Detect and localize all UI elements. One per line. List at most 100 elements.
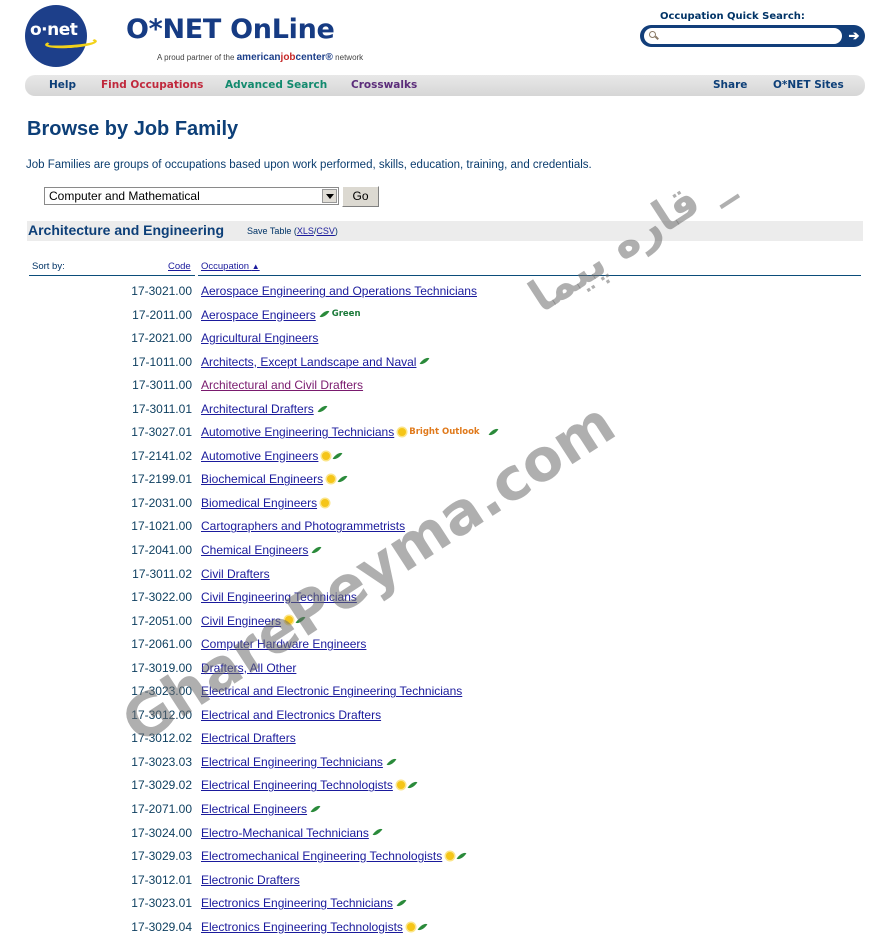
divider bbox=[29, 275, 195, 276]
bright-outlook-sun-icon[interactable] bbox=[321, 498, 330, 507]
occupation-cell: Biochemical Engineers bbox=[201, 472, 348, 486]
occupation-cell: Drafters, All Other bbox=[201, 661, 296, 675]
occupation-code: 17-3029.04 bbox=[131, 919, 192, 934]
occupation-link[interactable]: Electrical Engineering Technicians bbox=[201, 755, 383, 769]
occupation-cell: Biomedical Engineers bbox=[201, 496, 330, 510]
onet-logo[interactable]: o·net bbox=[25, 5, 98, 67]
occupation-code: 17-3011.01 bbox=[132, 401, 192, 416]
green-leaf-icon[interactable] bbox=[332, 450, 343, 462]
green-leaf-icon[interactable] bbox=[417, 921, 428, 933]
divider bbox=[198, 275, 861, 276]
occupation-badges bbox=[311, 544, 322, 556]
occupation-link[interactable]: Agricultural Engineers bbox=[201, 331, 318, 345]
occupation-row: 17-3012.00 Electrical and Electronics Dra… bbox=[0, 708, 881, 732]
occupation-link[interactable]: Electrical Engineering Technologists bbox=[201, 778, 393, 792]
site-title[interactable]: O*NET OnLine bbox=[126, 14, 335, 45]
occupation-link[interactable]: Civil Engineers bbox=[201, 614, 281, 628]
green-leaf-icon[interactable] bbox=[420, 355, 430, 367]
green-label[interactable]: Green bbox=[332, 309, 361, 319]
green-leaf-icon[interactable] bbox=[311, 544, 322, 556]
occupation-link[interactable]: Electronics Engineering Technicians bbox=[201, 896, 393, 910]
occupation-cell: Electrical Engineers bbox=[201, 802, 321, 816]
occupation-link[interactable]: Electronics Engineering Technologists bbox=[201, 920, 403, 934]
chevron-down-icon[interactable] bbox=[322, 189, 337, 203]
quick-search-label: Occupation Quick Search: bbox=[660, 11, 805, 22]
occupation-cell: Electronics Engineering Technologists bbox=[201, 920, 428, 934]
sort-by-occupation-link[interactable]: Occupation ▲ bbox=[201, 261, 260, 272]
occupation-cell: Civil Engineers bbox=[201, 614, 306, 628]
bright-outlook-sun-icon[interactable] bbox=[327, 475, 336, 484]
occupation-link[interactable]: Electro-Mechanical Technicians bbox=[201, 826, 369, 840]
occupation-link[interactable]: Architectural and Civil Drafters bbox=[201, 378, 363, 392]
quick-search-input[interactable] bbox=[644, 28, 842, 44]
green-leaf-icon[interactable] bbox=[319, 308, 330, 320]
green-leaf-icon[interactable] bbox=[317, 403, 328, 415]
nav-crosswalks[interactable]: Crosswalks bbox=[351, 79, 417, 91]
occupation-link[interactable]: Electrical Drafters bbox=[201, 731, 296, 745]
occupation-link[interactable]: Electrical Engineers bbox=[201, 802, 307, 816]
occupation-link[interactable]: Electromechanical Engineering Technologi… bbox=[201, 849, 442, 863]
occupation-link[interactable]: Electrical and Electronics Drafters bbox=[201, 708, 381, 722]
occupation-link[interactable]: Automotive Engineering Technicians bbox=[201, 425, 394, 439]
occupation-link[interactable]: Aerospace Engineering and Operations Tec… bbox=[201, 284, 477, 298]
nav-share[interactable]: Share bbox=[713, 79, 747, 91]
sort-by-code-link[interactable]: Code bbox=[168, 261, 191, 272]
occupation-link[interactable]: Chemical Engineers bbox=[201, 543, 308, 557]
occupation-badges bbox=[321, 498, 330, 507]
bright-outlook-sun-icon[interactable] bbox=[446, 851, 455, 860]
occupation-link[interactable]: Civil Drafters bbox=[201, 567, 270, 581]
occupation-badges bbox=[396, 779, 418, 791]
occupation-code: 17-3012.02 bbox=[131, 731, 192, 746]
green-leaf-icon[interactable] bbox=[396, 897, 407, 909]
occupation-link[interactable]: Drafters, All Other bbox=[201, 661, 296, 675]
bright-outlook-label[interactable]: Bright Outlook bbox=[409, 427, 479, 437]
occupation-link[interactable]: Architectural Drafters bbox=[201, 402, 314, 416]
sort-occupation-label: Occupation bbox=[201, 261, 250, 272]
green-leaf-icon[interactable] bbox=[337, 473, 348, 485]
green-leaf-icon[interactable] bbox=[372, 826, 383, 838]
green-leaf-icon[interactable] bbox=[456, 850, 467, 862]
green-leaf-icon[interactable] bbox=[488, 426, 498, 438]
occupation-link[interactable]: Electronic Drafters bbox=[201, 873, 300, 887]
bright-outlook-sun-icon[interactable] bbox=[322, 451, 331, 460]
green-leaf-icon[interactable] bbox=[310, 803, 321, 815]
section-title: Architecture and Engineering bbox=[28, 222, 225, 238]
nav-advanced-search[interactable]: Advanced Search bbox=[225, 79, 327, 91]
green-leaf-icon[interactable] bbox=[407, 779, 418, 791]
occupation-link[interactable]: Civil Engineering Technicians bbox=[201, 590, 357, 604]
bright-outlook-sun-icon[interactable] bbox=[396, 781, 405, 790]
occupation-link[interactable]: Architects, Except Landscape and Naval bbox=[201, 355, 416, 369]
green-leaf-icon[interactable] bbox=[295, 614, 306, 627]
bright-outlook-sun-icon[interactable] bbox=[285, 616, 294, 625]
occupation-link[interactable]: Biochemical Engineers bbox=[201, 472, 323, 486]
american-job-center-brand[interactable]: americanjobcenter® bbox=[237, 52, 333, 63]
occupation-cell: Aerospace Engineering and Operations Tec… bbox=[201, 284, 477, 298]
occupation-row: 17-2051.00 Civil Engineers bbox=[0, 614, 881, 638]
occupation-link[interactable]: Cartographers and Photogrammetrists bbox=[201, 519, 405, 533]
occupation-code: 17-3023.03 bbox=[131, 754, 192, 769]
brand-part: job bbox=[280, 52, 296, 63]
occupation-link[interactable]: Automotive Engineers bbox=[201, 449, 318, 463]
occupation-link[interactable]: Computer Hardware Engineers bbox=[201, 637, 366, 651]
quick-search-go-button[interactable]: ➔ bbox=[845, 27, 863, 45]
occupation-link[interactable]: Electrical and Electronic Engineering Te… bbox=[201, 684, 462, 698]
job-family-select[interactable]: Computer and Mathematical bbox=[44, 187, 339, 205]
save-csv-link[interactable]: CSV bbox=[316, 226, 335, 236]
go-button[interactable]: Go bbox=[342, 186, 379, 207]
bright-outlook-sun-icon[interactable] bbox=[406, 922, 415, 931]
bright-outlook-sun-icon[interactable] bbox=[398, 428, 407, 437]
nav-find-occupations[interactable]: Find Occupations bbox=[101, 79, 203, 91]
brand-part: center® bbox=[295, 52, 333, 63]
occupation-link[interactable]: Biomedical Engineers bbox=[201, 496, 317, 510]
nav-onet-sites[interactable]: O*NET Sites bbox=[773, 79, 844, 91]
occupation-code: 17-2021.00 bbox=[131, 331, 192, 346]
occupation-badges bbox=[396, 897, 407, 909]
occupation-list: 17-3021.00 Aerospace Engineering and Oper… bbox=[0, 284, 881, 943]
search-icon bbox=[649, 31, 656, 38]
save-xls-link[interactable]: XLS bbox=[297, 226, 314, 236]
green-leaf-icon[interactable] bbox=[386, 756, 397, 768]
occupation-row: 17-1021.00 Cartographers and Photogrammet… bbox=[0, 519, 881, 543]
occupation-link[interactable]: Aerospace Engineers bbox=[201, 308, 316, 322]
nav-help[interactable]: Help bbox=[49, 79, 76, 91]
occupation-badges bbox=[327, 473, 348, 485]
